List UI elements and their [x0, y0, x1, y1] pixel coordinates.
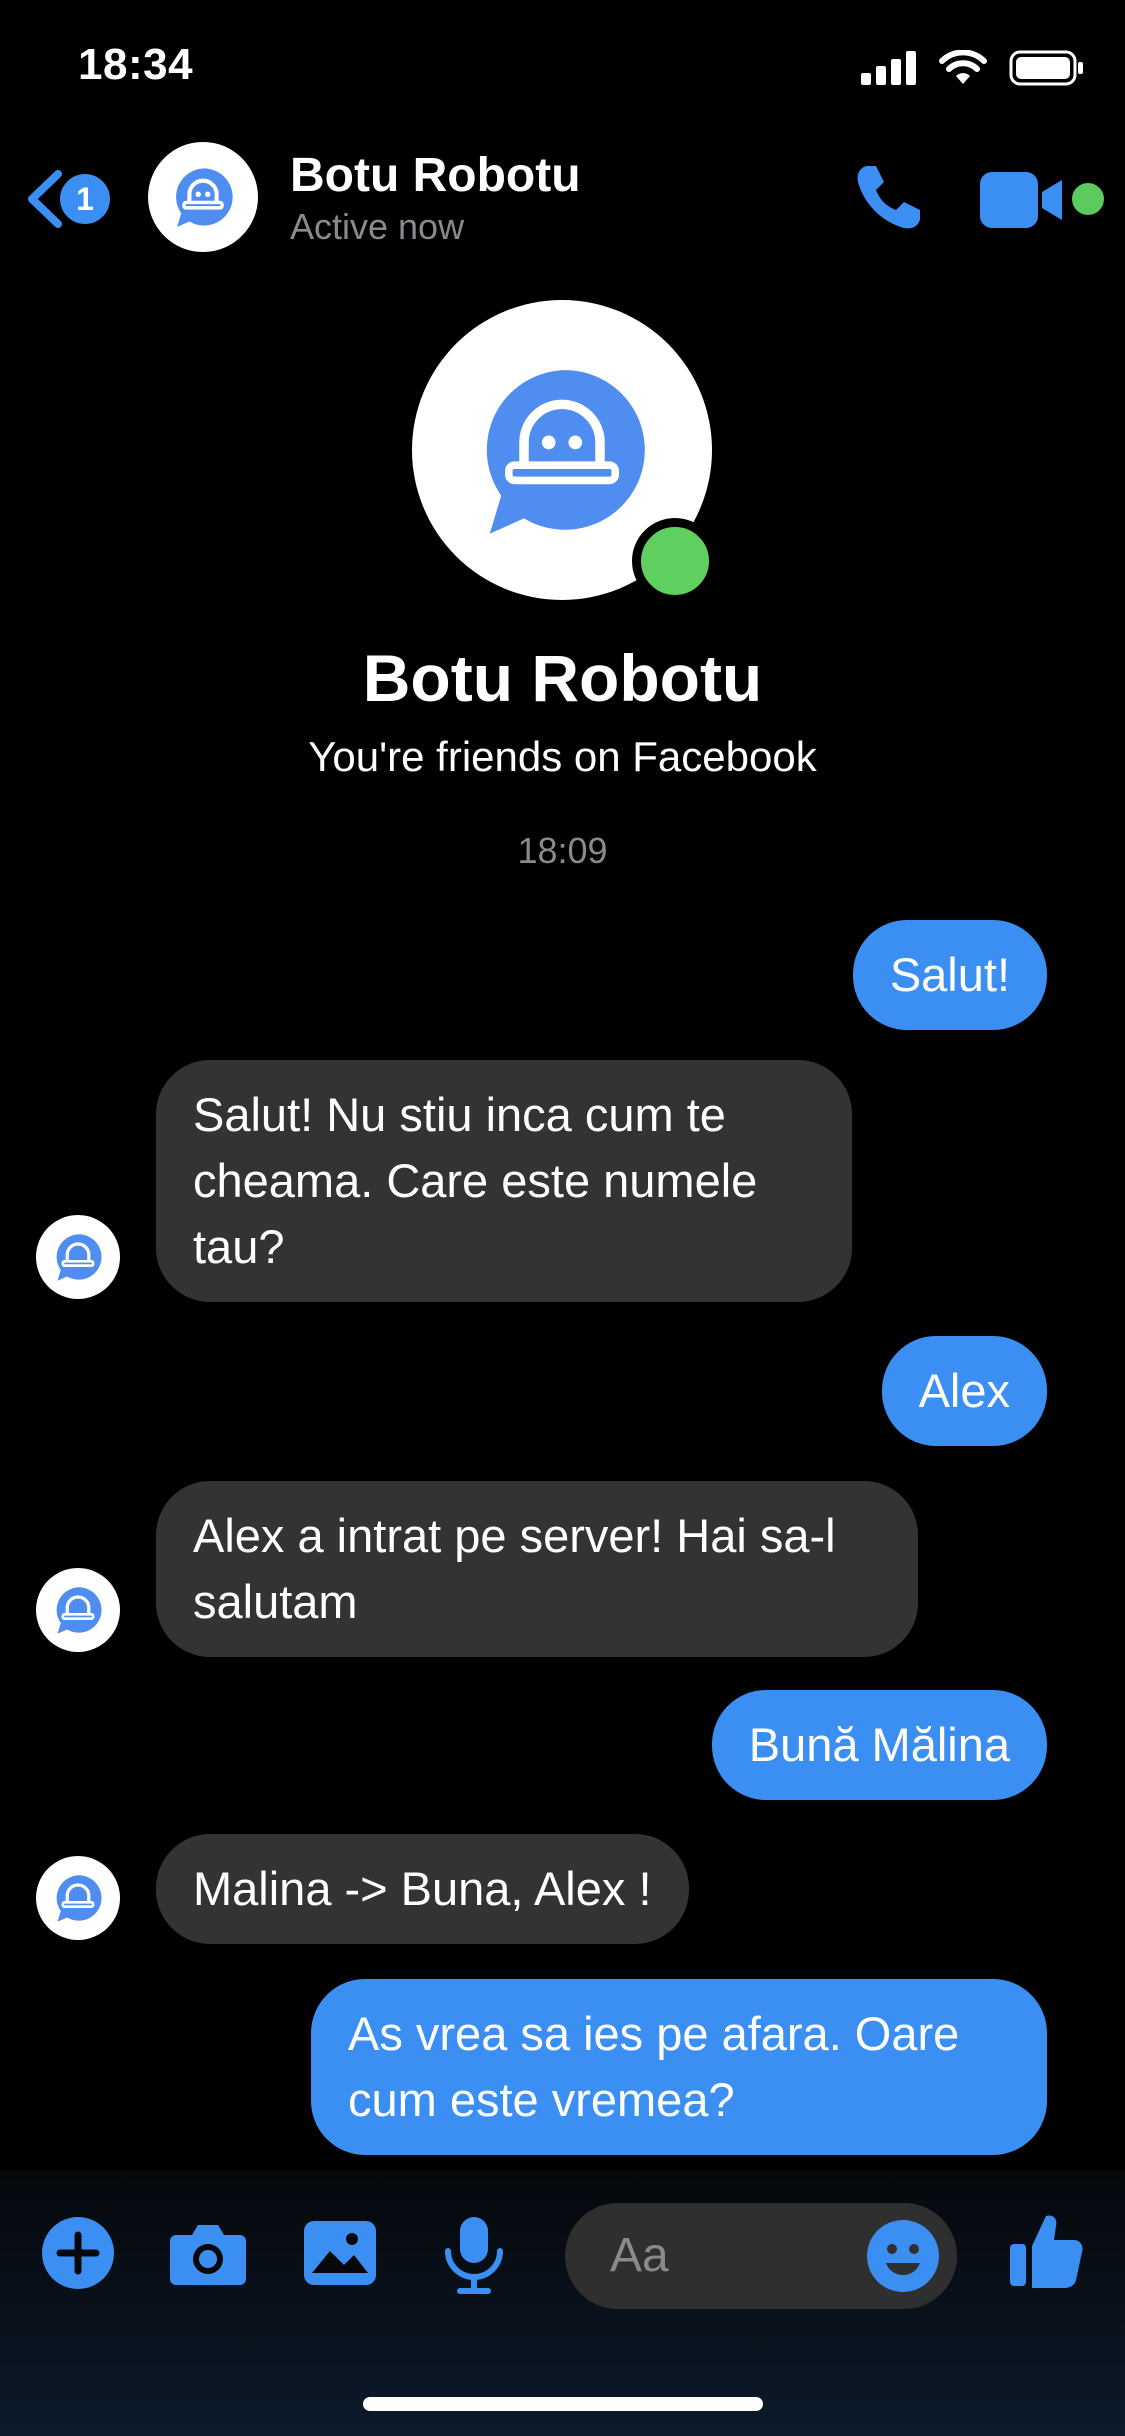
bot-chat-icon: [486, 370, 645, 534]
timestamp-separator: 18:09: [517, 830, 608, 871]
friendship-status: You're friends on Facebook: [308, 733, 817, 780]
back-button[interactable]: 1: [20, 168, 110, 230]
video-call-button[interactable]: [980, 170, 1066, 235]
status-time: 18:34: [78, 40, 194, 89]
bot-avatar[interactable]: [36, 1568, 120, 1652]
microphone-icon: [445, 2217, 503, 2294]
unread-badge: 1: [60, 174, 110, 224]
status-icons: [861, 50, 1085, 86]
camera-icon: [170, 2225, 246, 2285]
contact-status: Active now: [290, 206, 465, 247]
emoji-button[interactable]: [866, 2219, 940, 2298]
online-indicator: [1072, 183, 1104, 215]
battery-icon: [1009, 50, 1083, 86]
bot-chat-icon: [56, 1587, 102, 1634]
message-bubble-incoming[interactable]: Salut! Nu stiu inca cum te cheama. Care …: [156, 1060, 852, 1302]
message-bubble-outgoing[interactable]: Alex: [881, 1336, 1047, 1446]
bot-chat-icon: [176, 168, 233, 227]
voice-message-button[interactable]: [436, 2215, 512, 2300]
gallery-button[interactable]: [302, 2215, 378, 2296]
thumbs-up-icon: [1010, 2215, 1083, 2288]
message-bubble-outgoing[interactable]: As vrea sa ies pe afara. Oare cum este v…: [311, 1979, 1047, 2155]
bot-avatar[interactable]: [36, 1215, 120, 1299]
message-bubble-incoming[interactable]: Malina -> Buna, Alex !: [156, 1834, 689, 1944]
online-status-dot: [632, 518, 718, 604]
signal-icon: [861, 51, 916, 85]
bot-chat-icon: [56, 1875, 102, 1922]
message-input-placeholder: Aa: [610, 2229, 669, 2282]
bot-avatar[interactable]: [36, 1856, 120, 1940]
contact-name[interactable]: Botu Robotu: [290, 148, 581, 203]
video-camera-icon: [980, 172, 1062, 228]
image-icon: [304, 2221, 376, 2285]
home-indicator[interactable]: [363, 2397, 763, 2411]
bot-chat-icon: [56, 1234, 102, 1281]
emoji-icon: [867, 2220, 939, 2292]
message-bubble-outgoing[interactable]: Bună Mălina: [711, 1690, 1047, 1800]
wifi-icon: [939, 50, 987, 84]
more-actions-button[interactable]: [40, 2215, 116, 2296]
camera-button[interactable]: [168, 2215, 248, 2296]
plus-icon: [42, 2217, 114, 2289]
contact-avatar[interactable]: [148, 142, 258, 252]
message-bubble-incoming[interactable]: Alex a intrat pe server! Hai sa-l saluta…: [156, 1481, 918, 1657]
like-button[interactable]: [1008, 2210, 1084, 2295]
message-bubble-outgoing[interactable]: Salut!: [852, 920, 1047, 1030]
voice-call-button[interactable]: [850, 160, 926, 241]
phone-icon: [857, 166, 920, 229]
profile-name: Botu Robotu: [362, 641, 763, 715]
